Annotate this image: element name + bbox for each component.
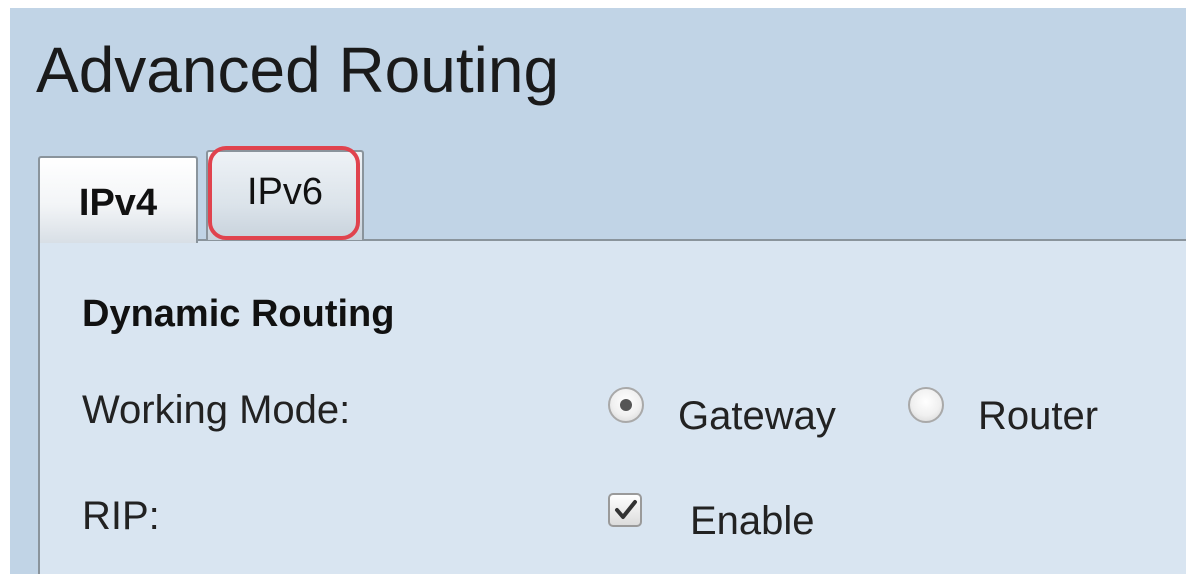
router-radio-label[interactable]: Router (978, 394, 1098, 439)
gateway-radio[interactable] (608, 387, 644, 423)
tab-ipv6-label: IPv6 (246, 170, 324, 213)
rip-label: RIP: (82, 494, 160, 538)
router-radio[interactable] (908, 387, 944, 423)
working-mode-label: Working Mode: (82, 388, 351, 432)
page-frame: Advanced Routing IPv4 IPv6 Dynamic Routi… (10, 8, 1186, 574)
tab-ipv6[interactable]: IPv6 (206, 150, 364, 240)
tab-ipv4-label: IPv4 (78, 182, 158, 224)
checkmark-icon (615, 500, 637, 519)
ipv4-panel: Dynamic Routing Working Mode: Gateway Ro… (38, 241, 1186, 574)
tab-ipv4[interactable]: IPv4 (38, 156, 198, 243)
gateway-radio-label[interactable]: Gateway (678, 394, 836, 439)
rip-enable-checkbox[interactable] (608, 493, 642, 527)
page-title: Advanced Routing (36, 34, 560, 106)
rip-enable-label[interactable]: Enable (690, 499, 815, 544)
section-title-dynamic-routing: Dynamic Routing (82, 293, 395, 335)
